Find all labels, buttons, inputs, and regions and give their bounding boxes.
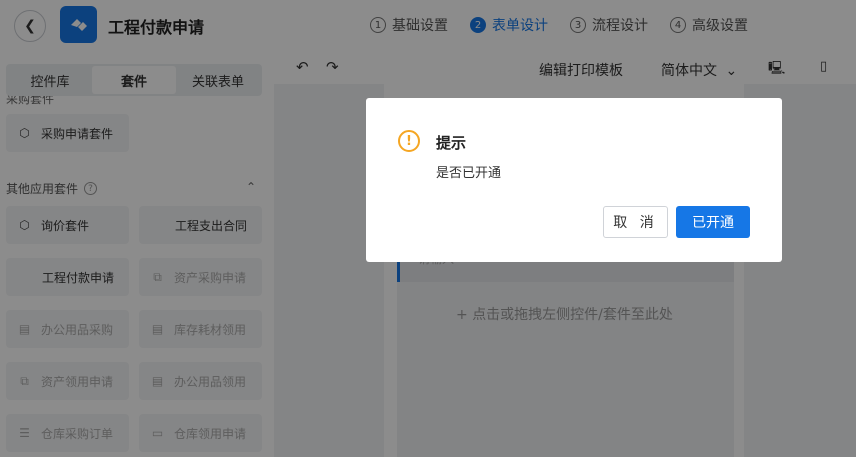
dialog-title: 提示 (436, 134, 467, 152)
cancel-button[interactable]: 取 消 (603, 206, 668, 238)
dialog-message: 是否已开通 (436, 166, 502, 181)
confirm-activated-button[interactable]: 已开通 (676, 206, 750, 238)
warning-icon: ! (398, 130, 420, 152)
confirm-dialog: ! 提示 是否已开通 取 消 已开通 (366, 98, 782, 262)
